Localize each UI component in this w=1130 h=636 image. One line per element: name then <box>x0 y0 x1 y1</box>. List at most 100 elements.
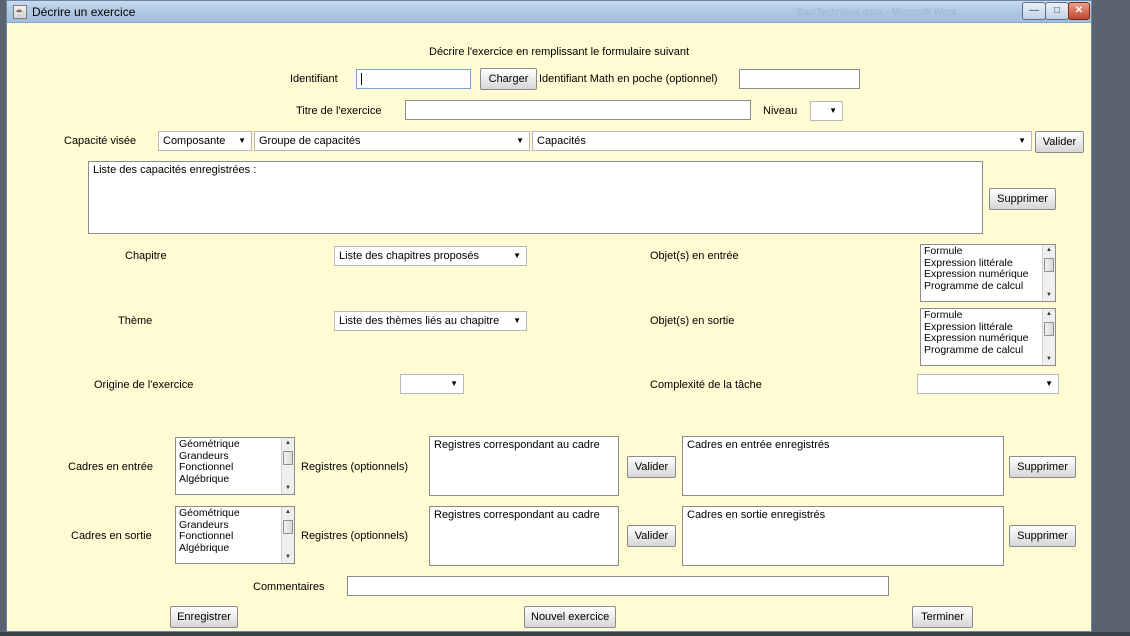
capacities-select[interactable]: Capacités ▼ <box>532 131 1032 151</box>
list-item[interactable]: Programme de calcul <box>924 344 1028 357</box>
scroll-down-icon[interactable]: ▼ <box>1043 354 1055 365</box>
scroll-thumb[interactable] <box>283 520 293 534</box>
list-item[interactable]: Géométrique <box>179 507 240 520</box>
scroll-down-icon[interactable]: ▼ <box>282 483 294 494</box>
input-registers-list[interactable]: Registres correspondant au cadre <box>429 436 619 496</box>
chapter-label: Chapitre <box>125 250 167 262</box>
title-bar[interactable]: ☕ Décrire un exercice Bac/Technique.docx… <box>7 1 1091 23</box>
theme-select-value: Liste des thèmes liés au chapitre <box>339 315 500 327</box>
list-item[interactable]: Algébrique <box>179 542 240 555</box>
output-registers-header: Registres correspondant au cadre <box>434 509 600 521</box>
output-frames-list[interactable]: Géométrique Grandeurs Fonctionnel Algébr… <box>175 506 295 564</box>
scroll-up-icon[interactable]: ▲ <box>282 507 294 518</box>
chevron-down-icon: ▼ <box>513 251 521 260</box>
list-item[interactable]: Algébrique <box>179 473 240 486</box>
list-item[interactable]: Programme de calcul <box>924 280 1028 293</box>
scrollbar[interactable]: ▲ ▼ <box>281 438 294 494</box>
maximize-button[interactable]: □ <box>1045 2 1069 20</box>
comments-input[interactable] <box>347 576 889 596</box>
registered-capacities-header: Liste des capacités enregistrées : <box>93 164 257 176</box>
capacity-group-select-value: Groupe de capacités <box>259 135 361 147</box>
capacity-group-select[interactable]: Groupe de capacités ▼ <box>254 131 530 151</box>
registered-output-frames-header: Cadres en sortie enregistrés <box>687 509 826 521</box>
output-objects-label: Objet(s) en sortie <box>650 315 735 327</box>
list-item[interactable]: Formule <box>924 309 1028 322</box>
validate-capacity-button[interactable]: Valider <box>1035 131 1084 153</box>
new-exercise-button[interactable]: Nouvel exercice <box>524 606 616 628</box>
origin-label: Origine de l'exercice <box>94 379 194 391</box>
input-registers-header: Registres correspondant au cadre <box>434 439 600 451</box>
delete-input-frame-button[interactable]: Supprimer <box>1009 456 1076 478</box>
chevron-down-icon: ▼ <box>513 316 521 325</box>
input-frames-list[interactable]: Géométrique Grandeurs Fonctionnel Algébr… <box>175 437 295 495</box>
capacities-select-value: Capacités <box>537 135 586 147</box>
registered-input-frames-header: Cadres en entrée enregistrés <box>687 439 830 451</box>
list-item[interactable]: Fonctionnel <box>179 461 240 474</box>
scrollbar[interactable]: ▲ ▼ <box>1042 245 1055 301</box>
background-window-title: Bac/Technique.docx - Microsoft Word <box>797 7 957 17</box>
exercise-title-input[interactable] <box>405 100 751 120</box>
complexity-select[interactable]: ▼ <box>917 374 1059 394</box>
chevron-down-icon: ▼ <box>1018 136 1026 145</box>
identifier-label: Identifiant <box>290 73 338 85</box>
output-objects-list[interactable]: Formule Expression littérale Expression … <box>920 308 1056 366</box>
delete-capacity-button[interactable]: Supprimer <box>989 188 1056 210</box>
scroll-thumb[interactable] <box>1044 322 1054 336</box>
mathenpoche-id-input[interactable] <box>739 69 860 89</box>
scroll-up-icon[interactable]: ▲ <box>1043 309 1055 320</box>
window: ☕ Décrire un exercice Bac/Technique.docx… <box>6 0 1092 632</box>
mathenpoche-id-label: Identifiant Math en poche (optionnel) <box>539 73 718 85</box>
registered-capacities-list[interactable]: Liste des capacités enregistrées : <box>88 161 983 234</box>
registered-input-frames-list[interactable]: Cadres en entrée enregistrés <box>682 436 1004 496</box>
component-select[interactable]: Composante ▼ <box>158 131 252 151</box>
list-item[interactable]: Expression numérique <box>924 268 1028 281</box>
minimize-button[interactable]: — <box>1022 2 1046 20</box>
scroll-thumb[interactable] <box>283 451 293 465</box>
scrollbar[interactable]: ▲ ▼ <box>1042 309 1055 365</box>
chevron-down-icon: ▼ <box>238 136 246 145</box>
chevron-down-icon: ▼ <box>1045 379 1053 388</box>
complexity-label: Complexité de la tâche <box>650 379 762 391</box>
input-frames-label: Cadres en entrée <box>68 461 153 473</box>
delete-output-frame-button[interactable]: Supprimer <box>1009 525 1076 547</box>
scroll-down-icon[interactable]: ▼ <box>282 552 294 563</box>
java-icon: ☕ <box>13 5 27 19</box>
scroll-down-icon[interactable]: ▼ <box>1043 290 1055 301</box>
scroll-thumb[interactable] <box>1044 258 1054 272</box>
exercise-title-label: Titre de l'exercice <box>296 105 382 117</box>
origin-select[interactable]: ▼ <box>400 374 464 394</box>
comments-label: Commentaires <box>253 581 325 593</box>
validate-output-frame-button[interactable]: Valider <box>627 525 676 547</box>
save-button[interactable]: Enregistrer <box>170 606 238 628</box>
scroll-up-icon[interactable]: ▲ <box>1043 245 1055 256</box>
registered-output-frames-list[interactable]: Cadres en sortie enregistrés <box>682 506 1004 566</box>
list-item[interactable]: Fonctionnel <box>179 530 240 543</box>
validate-input-frame-button[interactable]: Valider <box>627 456 676 478</box>
output-registers-list[interactable]: Registres correspondant au cadre <box>429 506 619 566</box>
load-button[interactable]: Charger <box>480 68 537 90</box>
input-objects-label: Objet(s) en entrée <box>650 250 739 262</box>
output-registers-label: Registres (optionnels) <box>301 530 408 542</box>
chevron-down-icon: ▼ <box>516 136 524 145</box>
window-title: Décrire un exercice <box>32 5 136 19</box>
form-instruction: Décrire l'exercice en remplissant le for… <box>429 46 690 58</box>
chevron-down-icon: ▼ <box>450 379 458 388</box>
text-caret <box>361 73 362 85</box>
list-item[interactable]: Expression numérique <box>924 332 1028 345</box>
list-item[interactable]: Géométrique <box>179 438 240 451</box>
taskbar-edge <box>0 632 1130 636</box>
input-registers-label: Registres (optionnels) <box>301 461 408 473</box>
input-objects-list[interactable]: Formule Expression littérale Expression … <box>920 244 1056 302</box>
scrollbar[interactable]: ▲ ▼ <box>281 507 294 563</box>
theme-label: Thème <box>118 315 153 327</box>
identifier-input[interactable] <box>356 69 471 89</box>
level-select[interactable]: ▼ <box>810 101 843 121</box>
chevron-down-icon: ▼ <box>829 106 837 115</box>
list-item[interactable]: Formule <box>924 245 1028 258</box>
chapter-select-value: Liste des chapitres proposés <box>339 250 480 262</box>
scroll-up-icon[interactable]: ▲ <box>282 438 294 449</box>
finish-button[interactable]: Terminer <box>912 606 973 628</box>
close-button[interactable]: ✕ <box>1068 2 1090 20</box>
chapter-select[interactable]: Liste des chapitres proposés ▼ <box>334 246 527 266</box>
theme-select[interactable]: Liste des thèmes liés au chapitre ▼ <box>334 311 527 331</box>
